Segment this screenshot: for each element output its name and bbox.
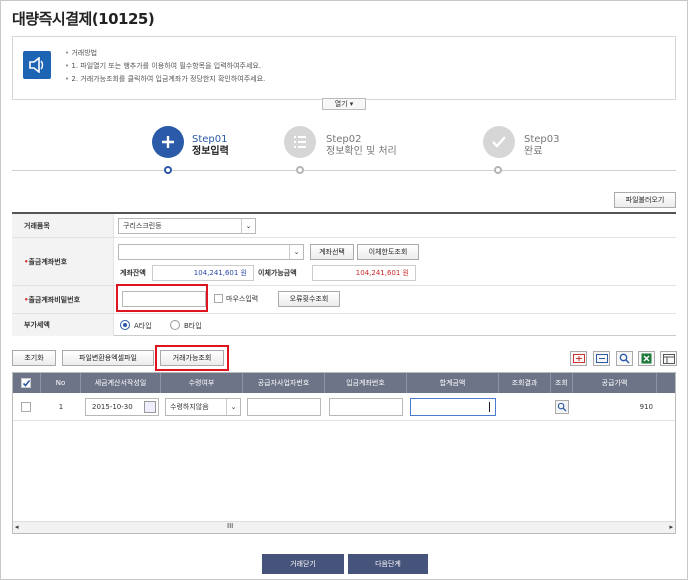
step3-dot [494,166,502,174]
step3-name: 완료 [524,146,543,157]
text-cursor [489,402,490,412]
header-lookup: 조회 [551,373,573,393]
delete-row-icon[interactable] [593,351,610,366]
open-toggle-button[interactable]: 열기 ▾ [322,98,366,110]
trade-item-select[interactable]: 구리스크린등 ⌄ [118,218,256,234]
step2-num: Step02 [326,134,362,145]
available-value: 104,241,601 원 [312,265,416,281]
header-select-all[interactable] [13,373,41,393]
chevron-down-icon: ⌄ [226,399,240,415]
available-label: 이체가능금액 [258,269,297,277]
row-trade-item: 거래품목 구리스크린등 ⌄ [12,214,676,238]
header-supply: 공급가액 [573,373,657,393]
receive-select[interactable]: 수령하지않음 ⌄ [165,398,241,416]
step3-num: Step03 [524,134,560,145]
radio-selected-dot [123,323,127,327]
account-input[interactable] [329,398,403,416]
transfer-limit-button[interactable]: 이체한도조회 [357,244,419,260]
password-highlight [116,284,208,312]
balance-value: 104,241,601 원 [152,265,254,281]
row-tax: 부가세액 A타입 B타입 [12,314,676,336]
header-supplier: 공급자사업자번호 [243,373,325,393]
notice-line: 거래방법 [65,47,265,60]
row-account: 출금계좌번호 ⌄ 계좌선택 이체한도조회 계좌잔액 104,241,601 원 … [12,238,676,286]
next-step-button[interactable]: 다음단계 [348,554,428,574]
row-password: 출금계좌비밀번호 마우스입력 오류횟수조회 [12,286,676,314]
step2-dot [296,166,304,174]
date-input[interactable]: 2015-10-30 [85,398,159,416]
select-all-checkbox[interactable] [21,378,31,388]
trade-item-label: 거래품목 [12,214,114,237]
load-file-button[interactable]: 파일불러오기 [614,192,676,208]
step2-label: Step02 정보확인 및 처리 [326,134,397,158]
row-no: 1 [58,403,64,411]
account-select[interactable]: ⌄ [118,244,304,260]
header-receive: 수령여부 [161,373,243,393]
chevron-down-icon: ⌄ [289,245,303,259]
grid-header: No 세금계산서작성일 수령여부 공급자사업자번호 입금계좌번호 합계금액 조회… [13,373,675,393]
row-supply: 910 [639,403,653,411]
tax-option-b-label: B타입 [184,322,202,330]
date-value: 2015-10-30 [92,403,133,411]
page-title: 대량즉시결제(10125) [12,10,155,28]
tax-radio-b[interactable] [170,320,180,330]
step1-plus-icon [152,126,184,158]
check-highlight [155,345,229,371]
step3-label: Step03 완료 [524,134,560,158]
tax-label: 부가세액 [12,314,114,336]
speaker-icon [23,51,51,79]
supplier-input[interactable] [247,398,321,416]
mouse-input-checkbox[interactable] [214,294,223,303]
trade-item-value: 구리스크린등 [123,222,162,230]
balance-label: 계좌잔액 [120,269,146,277]
notice-line: 1. 파일열기 또는 행추가를 이용하여 필수항목을 입력하여주세요. [65,60,265,73]
reset-button[interactable]: 초기화 [12,350,56,366]
header-account: 입금계좌번호 [325,373,407,393]
notice-box: 거래방법 1. 파일열기 또는 행추가를 이용하여 필수항목을 입력하여주세요.… [12,36,676,100]
step1-label: Step01 정보입력 [192,134,229,158]
columns-icon[interactable] [660,351,677,366]
step1-name: 정보입력 [192,146,229,157]
receive-value: 수령하지않음 [170,403,209,411]
account-label: 출금계좌번호 [12,238,114,285]
add-row-icon[interactable] [570,351,587,366]
input-form: 거래품목 구리스크린등 ⌄ 출금계좌번호 ⌄ 계좌선택 이체한도조회 계좌잔액 … [12,212,676,336]
header-total: 합계금액 [407,373,499,393]
error-count-button[interactable]: 오류횟수조회 [278,291,340,307]
header-result: 조회결과 [499,373,551,393]
select-account-button[interactable]: 계좌선택 [310,244,354,260]
tax-radio-a[interactable] [120,320,130,330]
close-trade-button[interactable]: 거래닫기 [262,554,344,574]
excel-icon[interactable] [638,351,655,366]
header-no: No [41,373,81,393]
header-date: 세금계산서작성일 [81,373,161,393]
tax-option-a-label: A타입 [134,322,152,330]
horizontal-scrollbar[interactable]: ◂ III ▸ [13,521,675,533]
scroll-thumb[interactable]: III [227,522,233,530]
payment-grid: No 세금계산서작성일 수령여부 공급자사업자번호 입금계좌번호 합계금액 조회… [12,372,676,534]
chevron-down-icon: ⌄ [241,219,255,233]
step2-name: 정보확인 및 처리 [326,146,397,157]
scroll-left-arrow-icon[interactable]: ◂ [15,523,19,531]
step2-list-icon [284,126,316,158]
search-icon [557,402,567,412]
notice-lines: 거래방법 1. 파일열기 또는 행추가를 이용하여 필수항목을 입력하여주세요.… [65,47,265,86]
mouse-input-label: 마우스입력 [226,295,259,303]
calendar-icon[interactable] [144,401,156,413]
scroll-right-arrow-icon[interactable]: ▸ [669,523,673,531]
total-input[interactable] [410,398,496,416]
file-convert-button[interactable]: 파일변환용엑셀파일 [62,350,154,366]
notice-line: 2. 거래가능조회를 클릭하여 입금계좌가 정당한지 확인하여주세요. [65,73,265,86]
step1-num: Step01 [192,134,228,145]
step3-check-icon [483,126,515,158]
row-checkbox[interactable] [21,402,31,412]
step1-dot [164,166,172,174]
search-icon[interactable] [616,351,633,366]
steps-divider [12,170,676,171]
row-lookup-button[interactable] [555,400,569,414]
password-label: 출금계좌비밀번호 [12,286,114,313]
table-row: 1 2015-10-30 수령하지않음 ⌄ 910 [13,393,675,421]
